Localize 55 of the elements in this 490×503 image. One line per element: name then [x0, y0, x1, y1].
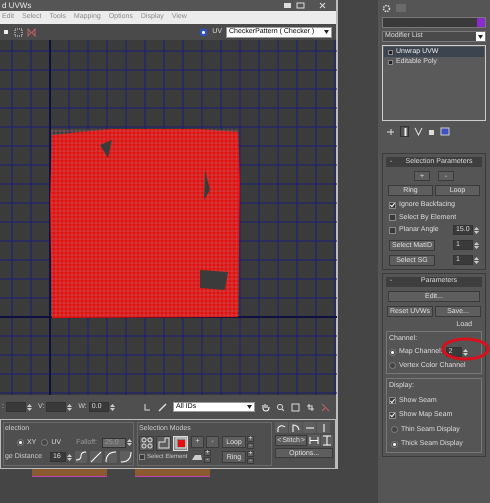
stitch-tool-icon[interactable] [303, 422, 316, 433]
radio-button[interactable] [391, 440, 398, 448]
caret-icon [324, 30, 329, 34]
name-field[interactable] [382, 17, 486, 28]
gear-icon[interactable] [382, 4, 391, 12]
show-end-result-icon[interactable] [400, 126, 409, 136]
falloff-curve-icon[interactable] [90, 451, 102, 463]
checkbox[interactable] [389, 397, 396, 404]
caret-icon [247, 405, 252, 409]
radio-button[interactable] [389, 348, 396, 356]
caret-icon [478, 34, 483, 38]
spinner-arrows-icon[interactable] [110, 402, 115, 412]
spinner-field[interactable] [6, 402, 26, 412]
pan-hand-icon[interactable] [261, 402, 270, 412]
maximize-icon[interactable] [296, 2, 305, 9]
spinner-arrows-icon[interactable] [462, 348, 468, 357]
radio-button[interactable] [391, 426, 398, 434]
spinner-arrows-icon[interactable] [474, 240, 479, 250]
checkbox[interactable] [389, 226, 396, 234]
spinner-arrows-icon[interactable] [474, 226, 479, 235]
stitch-tool-icon[interactable] [289, 422, 302, 433]
zoom-region-icon[interactable] [291, 402, 300, 412]
zoom-extents-icon[interactable] [306, 402, 315, 412]
selection-mode-button[interactable] [139, 436, 154, 450]
stitch-tool-icon[interactable] [317, 422, 330, 433]
spinner-arrows-icon[interactable] [26, 402, 32, 412]
radio-button[interactable] [41, 439, 48, 446]
radio-button[interactable] [389, 362, 396, 370]
close-icon[interactable] [319, 2, 326, 9]
spinner-arrows-icon[interactable] [474, 256, 479, 264]
zoom-icon[interactable] [276, 402, 285, 412]
uv-mesh-drawing[interactable] [50, 128, 240, 318]
checkbox[interactable] [389, 202, 396, 209]
falloff-curve-icon[interactable] [105, 451, 117, 463]
spinner-arrows-icon[interactable] [67, 402, 72, 412]
align-vertical-icon[interactable] [321, 435, 333, 446]
radio-button[interactable] [17, 439, 24, 446]
window-title: d UVWs [2, 2, 32, 10]
texture-icon[interactable] [199, 28, 208, 36]
scale-icon[interactable] [14, 28, 23, 36]
spinner-field[interactable] [46, 402, 66, 412]
align-horizontal-icon[interactable] [308, 435, 320, 446]
checkbox[interactable] [389, 412, 396, 419]
falloff-curve-icon[interactable] [75, 451, 87, 463]
minimize-icon[interactable] [283, 2, 292, 9]
color-swatch[interactable] [477, 18, 485, 27]
move-icon[interactable] [2, 28, 10, 36]
stitch-tool-icon[interactable] [275, 422, 288, 433]
selection-mode-button[interactable] [156, 436, 171, 450]
spinner-arrows-icon[interactable] [127, 438, 132, 448]
falloff-curve-icon[interactable] [120, 451, 132, 463]
checkbox[interactable] [139, 454, 145, 460]
checkbox[interactable] [389, 214, 396, 222]
highlight-ellipse [442, 338, 490, 360]
spinner-arrows-icon[interactable] [67, 452, 72, 462]
